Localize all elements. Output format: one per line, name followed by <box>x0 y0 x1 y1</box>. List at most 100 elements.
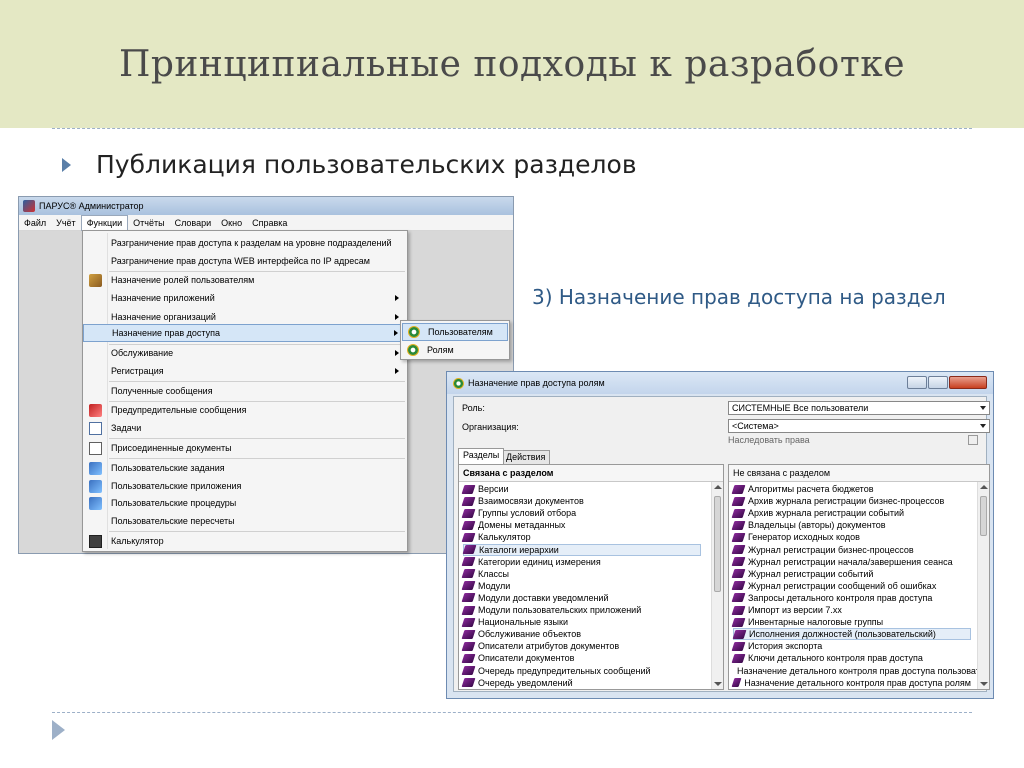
scroll-down-icon[interactable] <box>714 682 722 686</box>
dd-item-web-ip-access[interactable]: Разграничение прав доступа WEB интерфейс… <box>83 252 407 270</box>
scroll-up-icon[interactable] <box>714 485 722 489</box>
list-item[interactable]: Домены метаданных <box>461 519 701 531</box>
section-book-icon <box>731 666 735 675</box>
list-item[interactable]: Описатели атрибутов документов <box>461 640 701 652</box>
menu-functions[interactable]: Функции <box>80 214 129 231</box>
scroll-up-icon[interactable] <box>980 485 988 489</box>
list-item[interactable]: Калькулятор <box>461 531 701 543</box>
close-button[interactable] <box>949 376 987 389</box>
next-slide-arrow-icon[interactable] <box>52 720 65 740</box>
dd-item-registration[interactable]: Регистрация <box>83 362 407 380</box>
dd-item-calculator[interactable]: Калькулятор <box>83 532 407 550</box>
dd-item-warning-messages[interactable]: Предупредительные сообщения <box>83 401 407 419</box>
role-combo[interactable]: СИСТЕМНЫЕ Все пользователи <box>728 401 990 415</box>
list-item[interactable]: Модули пользовательских приложений <box>461 604 701 616</box>
list-item-label: Версии <box>478 484 509 494</box>
minimize-button[interactable] <box>907 376 927 389</box>
org-combo[interactable]: <Система> <box>728 419 990 433</box>
section-book-icon <box>731 593 746 603</box>
list-item[interactable]: Классы <box>461 568 701 580</box>
list-item[interactable]: Назначение детального контроля прав дост… <box>731 665 986 677</box>
list-item[interactable]: Импорт из версии 7.хх <box>731 604 971 616</box>
list-item[interactable]: Инвентарные налоговые группы <box>731 616 971 628</box>
section-book-icon <box>731 581 746 591</box>
section-book-icon <box>461 593 476 603</box>
dd-item-user-jobs[interactable]: Пользовательские задания <box>83 459 407 477</box>
list-item[interactable]: Журнал регистрации начала/завершения сеа… <box>731 556 971 568</box>
scroll-thumb[interactable] <box>980 496 987 536</box>
list-item[interactable]: История экспорта <box>731 640 971 652</box>
menu-accounting[interactable]: Учёт <box>51 215 81 231</box>
rights-dialog-title: Назначение прав доступа ролям <box>468 378 605 388</box>
dd-item-user-roles[interactable]: Назначение ролей пользователям <box>83 271 407 289</box>
list-item-label: Категории единиц измерения <box>478 556 601 567</box>
list-item[interactable]: Модули доставки уведомлений <box>461 592 701 604</box>
list-item[interactable]: Архив журнала регистрации бизнес-процесс… <box>731 495 971 507</box>
dd-label: Присоединенные документы <box>111 443 232 453</box>
scroll-down-icon[interactable] <box>980 682 988 686</box>
header-divider <box>52 128 972 129</box>
section-book-icon <box>731 545 746 554</box>
list-item[interactable]: Взаимосвязи документов <box>461 495 701 507</box>
list-item[interactable]: Запросы детального контроля прав доступа <box>731 592 971 604</box>
dd-item-user-recalcs[interactable]: Пользовательские пересчеты <box>83 512 407 530</box>
menu-file[interactable]: Файл <box>19 215 51 231</box>
tab-actions[interactable]: Действия <box>501 450 551 464</box>
dd-item-apps[interactable]: Назначение приложений <box>83 289 407 307</box>
menu-dictionaries[interactable]: Словари <box>170 215 217 231</box>
list-item[interactable]: Группы условий отбора <box>461 507 701 519</box>
list-item[interactable]: Очередь уведомлений <box>461 677 701 689</box>
dd-item-maintenance[interactable]: Обслуживание <box>83 344 407 362</box>
list-item[interactable]: Архив журнала регистрации событий <box>731 507 971 519</box>
dd-item-tasks[interactable]: Задачи <box>83 419 407 437</box>
inherit-checkbox[interactable] <box>968 435 978 445</box>
list-item[interactable]: Модули <box>461 580 701 592</box>
dd-label: Разграничение прав доступа WEB интерфейс… <box>111 256 370 266</box>
list-item-label: Журнал регистрации сообщений об ошибках <box>748 580 937 591</box>
list-item[interactable]: Ключи детального контроля прав доступа <box>731 652 971 664</box>
list-item[interactable]: Исполнения должностей (пользовательский) <box>732 628 971 641</box>
list-item[interactable]: Категории единиц измерения <box>461 556 701 568</box>
maximize-button[interactable] <box>928 376 948 389</box>
list-item[interactable]: Обслуживание объектов <box>461 628 701 640</box>
submenu-label: Пользователям <box>428 327 493 337</box>
unlinked-header: Не связана с разделом <box>729 465 989 482</box>
list-item[interactable]: Журнал регистрации сообщений об ошибках <box>731 580 971 592</box>
inherit-label: Наследовать права <box>728 435 810 445</box>
menu-help[interactable]: Справка <box>247 215 292 231</box>
section-book-icon <box>731 569 746 579</box>
list-item[interactable]: Версии <box>461 483 701 495</box>
submenu-arrow-icon <box>395 350 399 356</box>
section-book-icon <box>731 484 746 494</box>
functions-dropdown: Разграничение прав доступа к разделам на… <box>82 230 408 552</box>
list-item[interactable]: Каталоги иерархии <box>462 543 701 556</box>
list-item[interactable]: Назначение детального контроля прав дост… <box>731 677 971 689</box>
user-jobs-icon <box>89 461 102 475</box>
menu-window[interactable]: Окно <box>216 215 247 231</box>
list-item[interactable]: Журнал регистрации событий <box>731 568 971 580</box>
list-item[interactable]: Описатели документов <box>461 652 701 664</box>
section-book-icon <box>461 629 476 639</box>
scroll-thumb[interactable] <box>714 496 721 592</box>
tab-sections[interactable]: Разделы <box>458 448 505 464</box>
dd-item-access-rights[interactable]: Назначение прав доступа <box>83 324 407 342</box>
dd-item-user-procedures[interactable]: Пользовательские процедуры <box>83 494 407 512</box>
list-item-label: Модули пользовательских приложений <box>478 605 642 615</box>
list-item[interactable]: Генератор исходных кодов <box>731 531 971 543</box>
list-item[interactable]: Владельцы (авторы) документов <box>731 519 971 531</box>
submenu-item-users[interactable]: Пользователям <box>402 323 508 341</box>
list-item[interactable]: Очередь предупредительных сообщений <box>461 665 701 677</box>
unlinked-scrollbar[interactable] <box>977 482 989 689</box>
list-item[interactable]: Алгоритмы расчета бюджетов <box>731 483 971 495</box>
list-item[interactable]: Журнал регистрации бизнес-процессов <box>731 544 971 556</box>
dd-label: Назначение ролей пользователям <box>111 275 255 285</box>
dd-item-dept-access[interactable]: Разграничение прав доступа к разделам на… <box>83 234 407 252</box>
list-item[interactable]: Национальные языки <box>461 616 701 628</box>
dd-item-user-apps[interactable]: Пользовательские приложения <box>83 477 407 495</box>
linked-scrollbar[interactable] <box>711 482 723 689</box>
dd-item-attached-docs[interactable]: Присоединенные документы <box>83 439 407 457</box>
submenu-item-roles[interactable]: Ролям <box>402 341 508 359</box>
menu-reports[interactable]: Отчёты <box>128 215 169 231</box>
submenu-arrow-icon <box>395 295 399 301</box>
dd-item-received-messages[interactable]: Полученные сообщения <box>83 382 407 400</box>
